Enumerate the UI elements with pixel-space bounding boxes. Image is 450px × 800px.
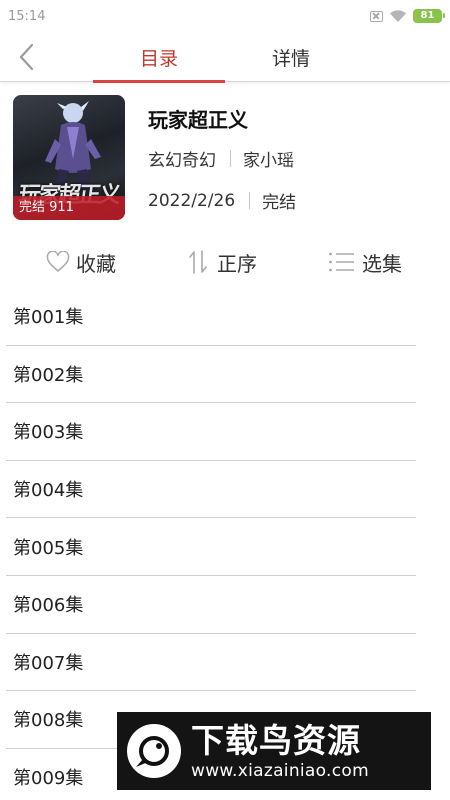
watermark-url: www.xiazainiao.com [191,761,369,781]
book-meta-date-status: 2022/2/26 完结 [148,188,297,214]
sort-icon [189,250,207,274]
episode-item[interactable]: 第007集 [6,634,416,692]
cover-status-badge: 完结 911 [13,196,125,220]
list-icon [329,252,354,272]
wifi-icon [390,10,406,22]
meta-divider [230,150,231,167]
battery-icon: 81 [413,9,445,23]
watermark-text: 下载鸟资源 www.xiazainiao.com [191,721,369,781]
book-status: 完结 [262,193,297,213]
episode-item[interactable]: 第004集 [6,461,416,519]
favorite-button[interactable]: 收藏 [46,240,116,284]
bird-logo-icon [127,724,181,778]
battery-level: 81 [420,10,435,21]
episode-item[interactable]: 第006集 [6,576,416,634]
favorite-label: 收藏 [76,251,116,276]
episode-item[interactable]: 第005集 [6,518,416,576]
sort-order-label: 正序 [217,251,257,276]
tab-catalog[interactable]: 目录 [93,32,225,83]
chevron-left-icon [19,43,34,71]
no-sim-icon [370,10,383,22]
book-meta-genre-author: 玄幻奇幻 家小瑶 [148,146,294,171]
sort-order-button[interactable]: 正序 [187,240,257,284]
watermark-name: 下载鸟资源 [191,721,361,760]
tab-details[interactable]: 详情 [225,32,357,82]
header: 目录 详情 [0,32,450,83]
select-episode-button[interactable]: 选集 [328,240,402,284]
episode-item[interactable]: 第003集 [6,403,416,461]
meta-divider [249,192,251,209]
status-time: 15:14 [8,8,46,24]
book-title: 玩家超正义 [148,108,248,132]
book-cover[interactable]: 玩家超正义 完结 911 [13,95,125,220]
back-button[interactable] [14,42,42,72]
book-author: 家小瑶 [243,151,294,171]
status-bar: 15:14 81 [0,0,450,32]
select-episode-label: 选集 [362,251,402,276]
episode-item[interactable]: 第002集 [6,346,416,404]
book-date: 2022/2/26 [148,190,236,211]
book-genre: 玄幻奇幻 [148,151,216,171]
heart-icon [46,251,70,272]
action-bar: 收藏 正序 选集 [0,240,450,284]
watermark-banner: 下载鸟资源 www.xiazainiao.com [117,712,431,790]
episode-item[interactable]: 第001集 [6,288,416,346]
status-icons: 81 [370,9,445,23]
